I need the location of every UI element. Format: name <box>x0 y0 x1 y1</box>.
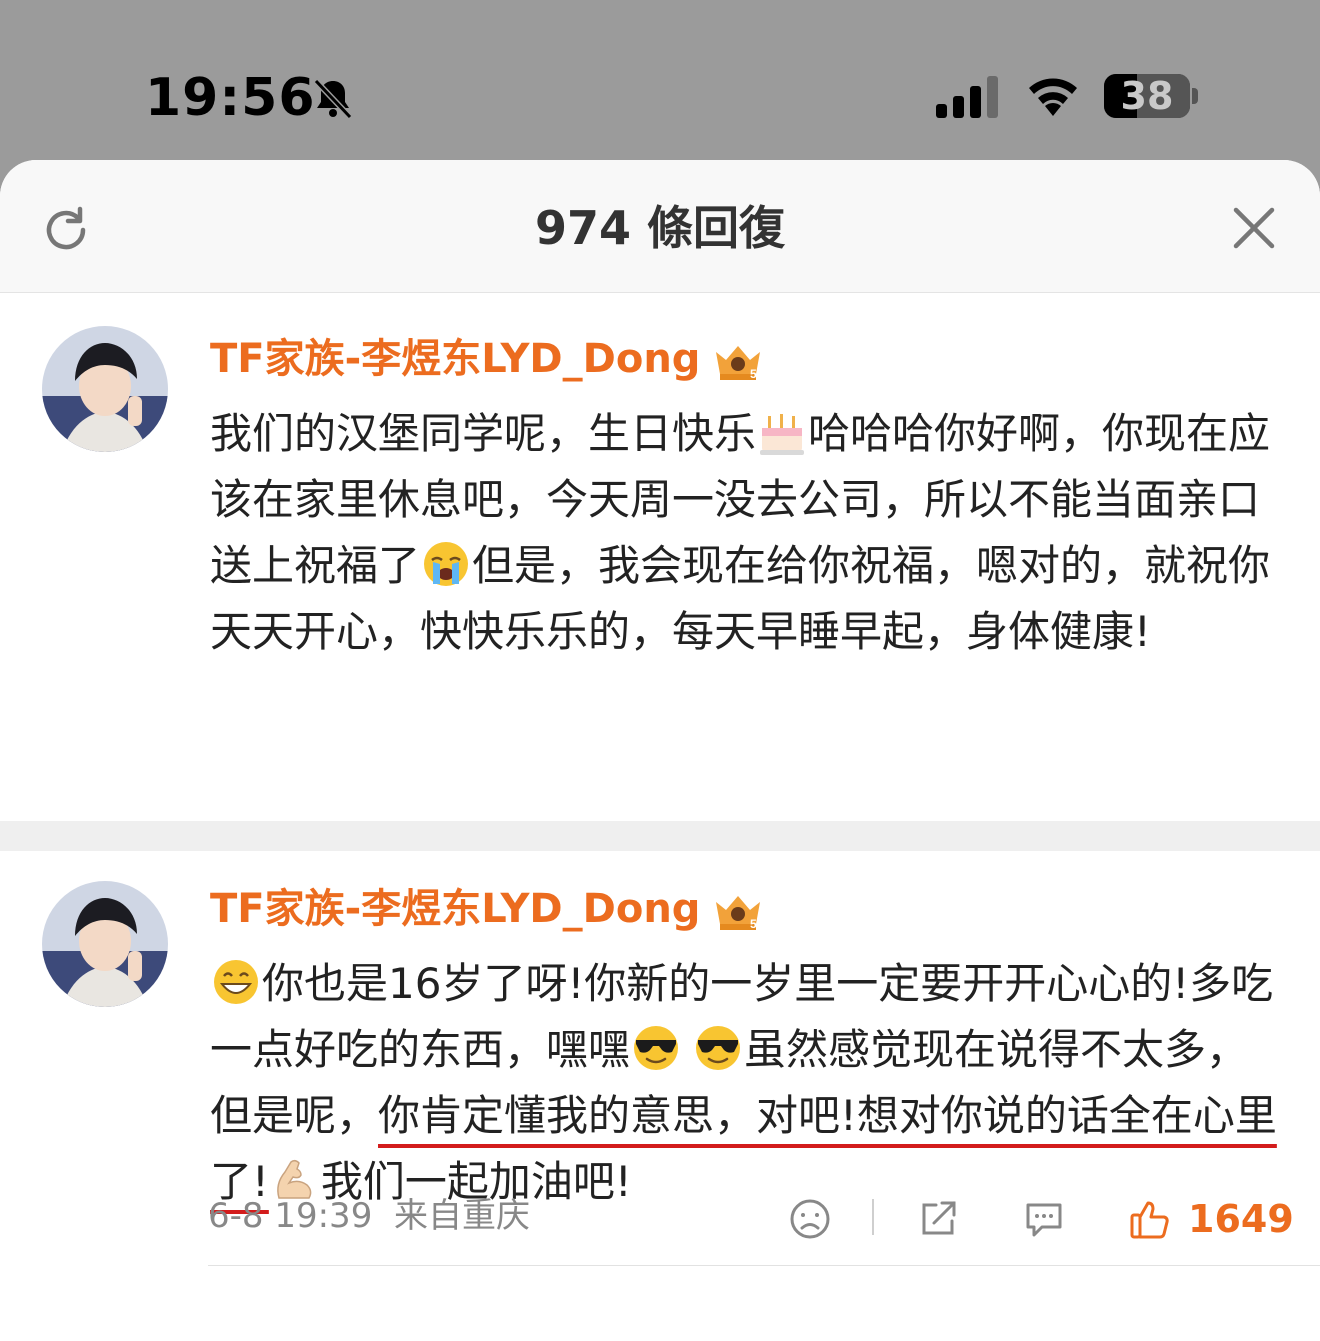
wifi-icon <box>1029 78 1077 116</box>
username-text[interactable]: TF家族-李煜东LYD_Dong <box>210 886 700 932</box>
thumbs-up-icon[interactable] <box>1128 1197 1172 1241</box>
crying-emoji <box>424 542 469 586</box>
battery-level: 38 <box>1120 74 1174 118</box>
grin-emoji <box>214 960 258 1004</box>
avatar[interactable] <box>42 881 168 1007</box>
comment-1: TF家族-李煜东LYD_Dong 5 我们的汉堡同学呢，生日快乐 哈哈哈你好啊，… <box>0 293 1320 959</box>
sheet-title: 974 條回復 <box>534 201 786 255</box>
comment-text-part: 我们的汉堡同学呢，生日快乐 <box>210 409 757 458</box>
action-divider <box>872 1199 874 1235</box>
comment-location: 来自重庆 <box>393 1196 530 1236</box>
avatar[interactable] <box>42 326 168 452</box>
svg-text:5: 5 <box>750 917 757 931</box>
crown-badge-icon: 5 <box>716 896 761 931</box>
svg-text:5: 5 <box>750 367 757 381</box>
comment-actions: 1649 <box>784 1197 1294 1253</box>
sunglasses-emoji <box>634 1026 679 1070</box>
comment-meta: 6-8 19:39 来自重庆 <box>208 1191 530 1241</box>
share-icon[interactable] <box>916 1197 960 1241</box>
crown-badge-icon: 5 <box>716 346 761 381</box>
cake-emoji <box>760 414 805 455</box>
comment-timestamp: 6-8 19:39 <box>208 1196 373 1236</box>
signal-icon <box>936 76 998 118</box>
status-bar: 19:56 38 <box>0 0 1320 160</box>
comment-username[interactable]: TF家族-李煜东LYD_Dong 5 <box>210 331 766 387</box>
replies-sheet: 974 條回復 TF家族-李煜东LYD_Dong 5 我们的汉堡同学呢，生日快乐 <box>0 160 1320 1341</box>
battery-tip <box>1192 88 1198 104</box>
sunglasses-emoji <box>696 1026 741 1070</box>
section-separator <box>0 821 1320 851</box>
close-icon[interactable] <box>1232 206 1276 250</box>
comment-bottom-divider <box>208 1265 1320 1266</box>
comment-text: 我们的汉堡同学呢，生日快乐 哈哈哈你好啊，你现在应该在家里休息吧，今天周一没去公… <box>210 401 1280 665</box>
sheet-header: 974 條回復 <box>0 160 1320 293</box>
comment-username[interactable]: TF家族-李煜东LYD_Dong 5 <box>210 881 766 937</box>
comment-2: TF家族-李煜东LYD_Dong 5 你也是16岁了呀!你新的一岁里一定要开开心… <box>0 851 1320 1341</box>
comment-text: 你也是16岁了呀!你新的一岁里一定要开开心心的!多吃一点好吃的东西，嘿嘿 虽然感… <box>210 951 1280 1215</box>
bell-muted-icon <box>313 78 353 120</box>
like-count: 1649 <box>1188 1197 1294 1241</box>
dislike-face-icon[interactable] <box>788 1197 832 1241</box>
comment-icon[interactable] <box>1022 1197 1066 1241</box>
battery-icon: 38 <box>1104 74 1190 118</box>
username-text[interactable]: TF家族-李煜东LYD_Dong <box>210 336 700 382</box>
status-time: 19:56 <box>145 68 316 128</box>
